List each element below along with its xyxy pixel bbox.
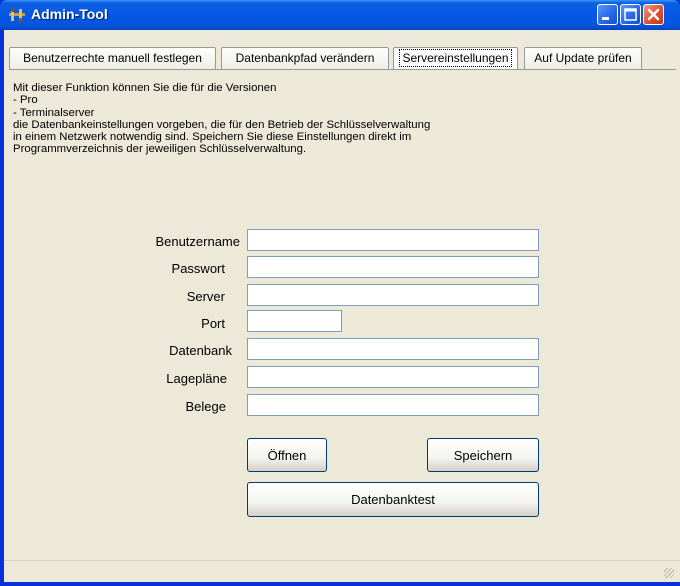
admin-tool-app-icon [9,8,25,22]
tab-label: Benutzerrechte manuell festlegen [23,51,202,65]
tab-benutzerrechte[interactable]: Benutzerrechte manuell festlegen [9,47,216,69]
window-title: Admin-Tool [31,6,108,22]
port-label: Port [201,316,225,331]
speichern-button[interactable]: Speichern [427,438,539,472]
close-icon [647,8,660,21]
close-button[interactable] [643,4,664,25]
tab-label: Datenbankpfad verändern [235,51,375,65]
tab-datenbankpfad[interactable]: Datenbankpfad verändern [221,47,389,69]
description-text: Mit dieser Funktion können Sie die für d… [13,82,431,156]
tab-servereinstellungen[interactable]: Servereinstellungen [393,47,518,69]
port-input[interactable] [247,310,342,332]
status-bar [4,560,680,582]
title-bar[interactable]: Admin-Tool [0,0,680,30]
oeffnen-button[interactable]: Öffnen [247,438,327,472]
datenbank-input[interactable] [247,338,539,360]
lageplaene-label: Lagepläne [166,371,227,386]
tab-label: Auf Update prüfen [534,51,632,65]
maximize-button[interactable] [620,4,641,25]
server-input[interactable] [247,284,539,306]
passwort-input[interactable] [247,256,539,278]
datenbanktest-button[interactable]: Datenbanktest [247,482,539,517]
window-border-bottom [0,582,680,586]
tab-label: Servereinstellungen [399,49,512,67]
resize-grip-icon[interactable] [664,568,674,578]
window-border-left [0,30,4,586]
belege-input[interactable] [247,394,539,416]
minimize-button[interactable] [597,4,618,25]
belege-label: Belege [185,399,226,414]
benutzername-input[interactable] [247,229,539,251]
benutzername-label: Benutzername [155,234,240,249]
admin-tool-window: Admin-Tool Benutzerrechte manuell festle… [0,0,680,586]
minimize-icon [602,17,609,20]
server-label: Server [186,289,225,304]
lageplaene-input[interactable] [247,366,539,388]
maximize-icon [624,8,637,21]
datenbank-label: Datenbank [169,343,232,358]
tab-auf-update-pruefen[interactable]: Auf Update prüfen [524,47,642,69]
passwort-label: Passwort [171,261,225,276]
